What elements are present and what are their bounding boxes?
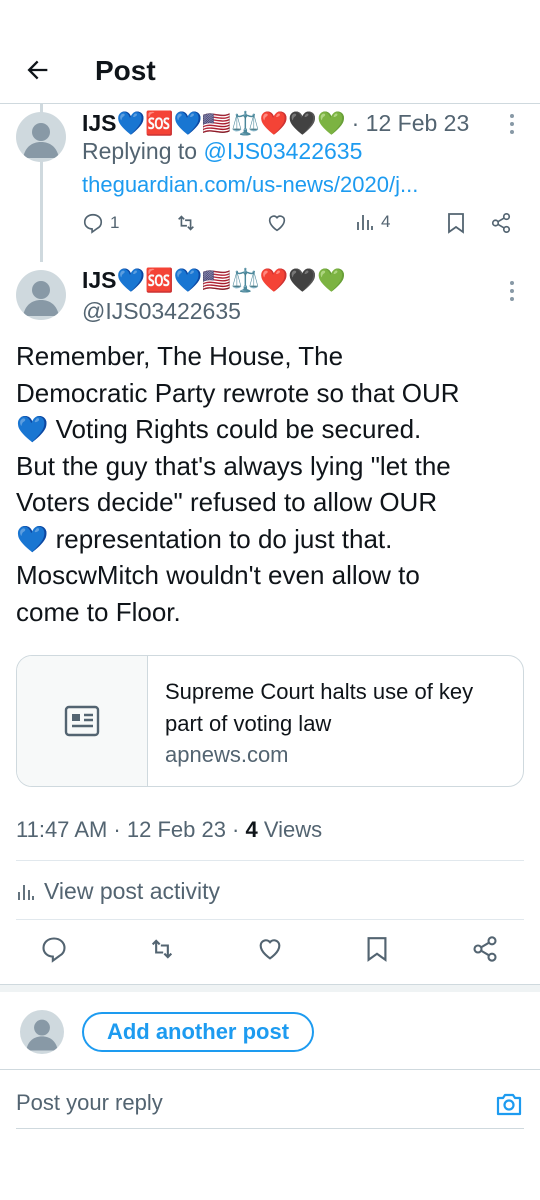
post-body-line: But the guy that's always lying "let the <box>16 450 451 481</box>
post-time: 11:47 AM · 12 Feb 23 · <box>16 817 246 842</box>
repost-icon <box>178 215 194 231</box>
author-name[interactable]: IJS💙🆘💙🇺🇸⚖️❤️🖤💚 <box>82 110 346 137</box>
main-author-line: IJS💙🆘💙🇺🇸⚖️❤️🖤💚 <box>82 267 346 294</box>
reply-icon <box>83 213 103 234</box>
post-body-line: come to Floor. <box>16 596 181 627</box>
more-vertical-icon <box>510 114 514 134</box>
back-button[interactable] <box>18 52 58 88</box>
views-count: 4 <box>381 212 391 231</box>
news-article-icon <box>64 705 100 737</box>
like-button[interactable] <box>256 935 284 963</box>
divider <box>0 1069 540 1070</box>
bookmark-icon <box>448 213 464 234</box>
avatar[interactable] <box>20 1010 64 1054</box>
reply-button[interactable]: 1 <box>82 212 119 234</box>
avatar[interactable] <box>16 112 66 162</box>
heart-icon <box>268 215 286 232</box>
share-icon <box>491 213 511 233</box>
heart-icon <box>259 939 281 960</box>
arrow-left-icon <box>27 60 48 80</box>
avatar[interactable] <box>16 270 66 320</box>
parent-action-bar: 1 4 <box>0 212 540 244</box>
default-avatar-icon <box>23 281 59 316</box>
card-title: Supreme Court halts use of key part of v… <box>165 679 474 736</box>
more-button[interactable] <box>502 110 522 138</box>
activity-label: View post activity <box>44 878 220 904</box>
post-body-line: Democratic Party rewrote so that OUR <box>16 377 460 408</box>
add-another-post-button[interactable]: Add another post <box>82 1012 314 1052</box>
share-button[interactable] <box>471 935 499 963</box>
post-body-line: MoscwMitch wouldn't even allow to <box>16 560 420 590</box>
reply-input-underline <box>16 1128 524 1129</box>
main-action-bar <box>0 935 540 971</box>
views-number: 4 <box>245 817 258 842</box>
card-thumbnail <box>17 656 148 786</box>
post-body: Remember, The House, The Democratic Part… <box>16 338 526 630</box>
author-handle[interactable]: @IJS03422635 <box>82 298 241 325</box>
like-button[interactable] <box>266 212 288 234</box>
replying-to: Replying to @IJS03422635 <box>82 138 362 165</box>
reply-button[interactable] <box>40 935 68 963</box>
card-domain: apnews.com <box>165 742 289 767</box>
post-date: · 12 Feb 23 <box>351 110 470 136</box>
more-button[interactable] <box>502 277 522 305</box>
more-vertical-icon <box>510 281 514 301</box>
post-body-line: Voters decide" refused to allow OUR <box>16 487 438 517</box>
article-link[interactable]: theguardian.com/us-news/2020/j... <box>82 172 418 198</box>
camera-icon <box>496 1093 522 1116</box>
post-body-line: 💙 Voting Rights could be secured. <box>16 414 422 444</box>
reply-input[interactable]: Post your reply <box>16 1090 163 1116</box>
post-body-line: 💙 representation to do just that. <box>16 523 393 554</box>
views-bar-chart-icon <box>18 884 34 900</box>
post-timestamp: 11:47 AM · 12 Feb 23 · 4 Views <box>16 817 322 843</box>
views-bar-chart-icon <box>357 215 373 230</box>
bookmark-button[interactable] <box>365 935 389 963</box>
page-title: Post <box>95 55 156 86</box>
top-bar: Post <box>0 0 540 104</box>
bookmark-icon <box>367 937 387 962</box>
parent-author-line: IJS💙🆘💙🇺🇸⚖️❤️🖤💚 · 12 Feb 23 <box>82 110 469 137</box>
replying-prefix: Replying to <box>82 138 204 164</box>
link-preview-card[interactable]: Supreme Court halts use of key part of v… <box>16 655 524 787</box>
reply-icon <box>42 937 66 963</box>
default-avatar-icon <box>26 1019 58 1051</box>
view-post-activity-link[interactable]: View post activity <box>16 878 220 905</box>
post-body-line: Remember, The House, The <box>16 341 344 371</box>
repost-button[interactable] <box>174 212 198 234</box>
reply-count: 1 <box>110 213 120 232</box>
bookmark-button[interactable] <box>446 212 466 234</box>
divider <box>16 860 524 861</box>
share-icon <box>473 936 497 962</box>
author-name[interactable]: IJS💙🆘💙🇺🇸⚖️❤️🖤💚 <box>82 267 346 294</box>
replying-handle-link[interactable]: @IJS03422635 <box>203 138 362 164</box>
repost-icon <box>151 939 173 959</box>
divider <box>16 919 524 920</box>
repost-button[interactable] <box>147 935 177 963</box>
camera-button[interactable] <box>494 1089 524 1119</box>
section-separator <box>0 984 540 992</box>
views-button[interactable]: 4 <box>355 212 390 232</box>
views-label: Views <box>257 817 323 842</box>
default-avatar-icon <box>23 123 59 158</box>
share-button[interactable] <box>490 212 512 234</box>
